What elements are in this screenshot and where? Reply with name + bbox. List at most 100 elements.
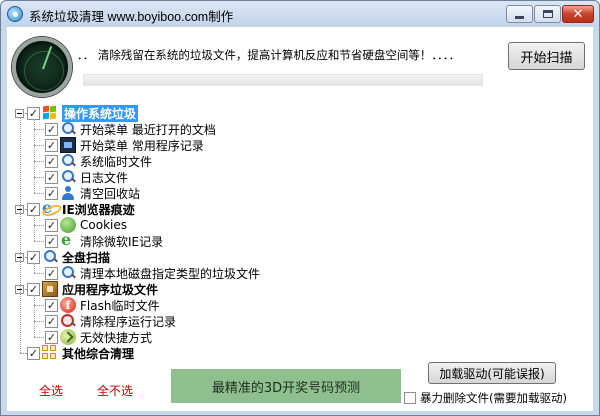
group-checkbox[interactable]: ✓ <box>27 202 40 216</box>
tree-item[interactable]: ✓ Flash临时文件 <box>45 297 159 313</box>
tree-item-label: 清除微软IE记录 <box>80 234 164 249</box>
user-icon <box>60 185 76 201</box>
tree-connector <box>34 177 44 178</box>
tree-connector <box>34 263 35 273</box>
tree-item-label: 开始菜单 常用程序记录 <box>80 138 204 153</box>
tree-connector <box>34 273 44 274</box>
app-icon <box>7 6 23 22</box>
window-title: 系统垃圾清理 www.boyiboo.com制作 <box>29 10 234 24</box>
remove-icon <box>60 313 76 329</box>
client-area: ．． 清除残留在系统的垃圾文件，提高计算机反应和节省硬盘空间等！．．．． 开始扫… <box>7 27 593 411</box>
tree-connector <box>34 337 44 338</box>
tree-group[interactable]: ✓ IE浏览器痕迹 <box>27 198 135 217</box>
item-checkbox[interactable]: ✓ <box>45 218 58 232</box>
close-icon: ✕ <box>572 6 584 22</box>
start-scan-button[interactable]: 开始扫描 <box>508 42 585 70</box>
group-checkbox[interactable]: ✓ <box>27 250 40 264</box>
tree-item-label: 清空回收站 <box>80 186 141 201</box>
collapse-toggle-icon[interactable] <box>15 109 24 118</box>
tree-connector <box>34 145 44 146</box>
tree-item[interactable]: ✓ 日志文件 <box>45 169 128 185</box>
item-checkbox[interactable]: ✓ <box>45 122 58 136</box>
search-icon <box>60 153 76 169</box>
minimize-button[interactable] <box>506 5 533 23</box>
ie-icon <box>42 198 58 217</box>
close-button[interactable]: ✕ <box>562 5 594 23</box>
tree-connector <box>34 321 44 322</box>
tree-connector <box>34 305 44 306</box>
item-checkbox[interactable]: ✓ <box>45 138 58 152</box>
tree-item-label: 清除程序运行记录 <box>80 314 177 329</box>
tree-item[interactable]: ✓ 清除程序运行记录 <box>45 313 176 329</box>
tree-item-label: 日志文件 <box>80 170 129 185</box>
group-checkbox[interactable]: ✓ <box>27 282 40 296</box>
load-driver-button[interactable]: 加载驱动(可能误报) <box>428 362 556 384</box>
tree-group-label: 其他综合清理 <box>62 346 135 361</box>
tree-item[interactable]: ✓ 开始菜单 最近打开的文档 <box>45 121 216 137</box>
search-icon <box>60 265 76 281</box>
title-bar[interactable]: 系统垃圾清理 www.boyiboo.com制作 ✕ <box>1 1 599 27</box>
radar-icon <box>12 37 72 97</box>
search-icon <box>60 121 76 137</box>
force-delete-label: 暴力删除文件(需要加载驱动) <box>420 391 567 405</box>
item-checkbox[interactable]: ✓ <box>45 330 58 344</box>
tree-connector <box>34 129 44 130</box>
tree-item[interactable]: ✓ 系统临时文件 <box>45 153 152 169</box>
tree-item[interactable]: ✓ 清除微软IE记录 <box>45 230 164 249</box>
tree-group[interactable]: ✓ 全盘扫描 <box>27 249 110 265</box>
tree-group-label: IE浏览器痕迹 <box>62 202 135 217</box>
tree-item[interactable]: ✓ Cookies <box>45 217 127 233</box>
tree-item-label: 系统临时文件 <box>80 154 153 169</box>
tree-connector <box>34 161 44 162</box>
item-checkbox[interactable]: ✓ <box>45 234 58 248</box>
tree-group[interactable]: ✓ 应用程序垃圾文件 <box>27 281 158 297</box>
start-menu-icon <box>60 137 76 153</box>
maximize-button[interactable] <box>534 5 561 23</box>
select-none-link[interactable]: 全不选 <box>97 382 133 399</box>
tree-connector <box>34 119 35 193</box>
tree-connector <box>34 215 35 241</box>
search-icon <box>42 249 58 265</box>
group-checkbox[interactable]: ✓ <box>27 106 40 120</box>
item-checkbox[interactable]: ✓ <box>45 266 58 280</box>
tree-group[interactable]: ✓ 操作系统垃圾 <box>27 104 139 122</box>
tree-connector <box>34 225 44 226</box>
item-checkbox[interactable]: ✓ <box>45 170 58 184</box>
force-delete-option[interactable]: 暴力删除文件(需要加载驱动) <box>404 390 567 406</box>
cleanup-tree: ✓ 操作系统垃圾 ✓ 开始菜单 最近打开的文档 ✓ 开始菜单 常用程序记录 ✓ 系统临时文件 ✓… <box>7 104 407 367</box>
tree-item-label: Flash临时文件 <box>80 298 160 313</box>
force-delete-checkbox[interactable] <box>404 392 416 404</box>
tree-item[interactable]: ✓ 无效快捷方式 <box>45 329 152 345</box>
main-window: 系统垃圾清理 www.boyiboo.com制作 ✕ ．． 清除残留在系统的垃圾… <box>0 0 600 416</box>
tree-connector <box>34 295 35 337</box>
item-checkbox[interactable]: ✓ <box>45 298 58 312</box>
tree-item-label: 开始菜单 最近打开的文档 <box>80 122 216 137</box>
windows-logo-icon <box>42 105 58 121</box>
tree-connector <box>34 193 44 194</box>
minimize-icon <box>515 15 524 19</box>
tree-group-label: 操作系统垃圾 <box>62 104 139 122</box>
item-checkbox[interactable]: ✓ <box>45 314 58 328</box>
tree-item[interactable]: ✓ 开始菜单 常用程序记录 <box>45 137 204 153</box>
item-checkbox[interactable]: ✓ <box>45 154 58 168</box>
ad-banner[interactable]: 最精准的3D开奖号码预测 <box>171 369 401 403</box>
tree-group-label: 应用程序垃圾文件 <box>62 282 159 297</box>
tree-item[interactable]: ✓ 清理本地磁盘指定类型的垃圾文件 <box>45 265 260 281</box>
group-checkbox[interactable]: ✓ <box>27 346 40 360</box>
tree-connector <box>20 118 21 353</box>
tree-item-label: 清理本地磁盘指定类型的垃圾文件 <box>80 266 261 281</box>
description-text: ．． 清除残留在系统的垃圾文件，提高计算机反应和节省硬盘空间等！．．．． <box>77 48 461 62</box>
tree-group-label: 全盘扫描 <box>62 250 111 265</box>
misc-icon <box>42 345 58 361</box>
tree-connector <box>34 241 44 242</box>
tree-item-label: Cookies <box>80 218 127 232</box>
tree-item-label: 无效快捷方式 <box>80 330 153 345</box>
select-all-link[interactable]: 全选 <box>39 382 63 399</box>
flash-icon <box>60 297 76 313</box>
tree-item[interactable]: ✓ 清空回收站 <box>45 185 140 201</box>
maximize-icon <box>542 10 553 18</box>
ie-green-icon <box>60 230 76 249</box>
radar-ring <box>24 51 64 91</box>
tree-group[interactable]: ✓ 其他综合清理 <box>27 345 134 361</box>
apps-icon <box>42 281 58 297</box>
